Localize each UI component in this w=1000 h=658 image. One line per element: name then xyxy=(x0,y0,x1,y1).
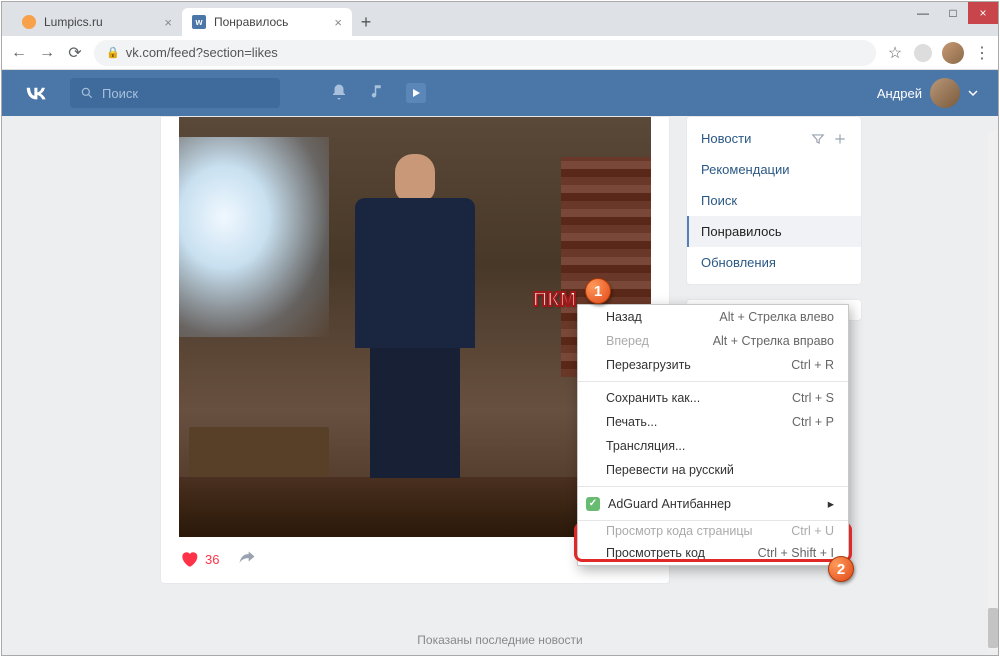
ctx-label: Сохранить как... xyxy=(606,391,700,405)
annotation-marker-1: 1 xyxy=(585,278,611,304)
ctx-shortcut: Alt + Стрелка влево xyxy=(719,310,834,324)
adguard-icon: ✓ xyxy=(586,497,600,511)
notifications-icon[interactable] xyxy=(330,83,348,101)
ctx-shortcut: Ctrl + U xyxy=(791,524,834,536)
ctx-shortcut: Ctrl + Shift + I xyxy=(758,546,834,560)
ctx-shortcut: Alt + Стрелка вправо xyxy=(713,334,834,348)
forward-button[interactable]: → xyxy=(38,44,56,62)
ctx-label: Просмотреть код xyxy=(606,546,705,560)
user-menu[interactable]: Андрей xyxy=(877,78,978,108)
annotation-marker-2: 2 xyxy=(828,556,854,582)
ctx-save-as[interactable]: Сохранить как... Ctrl + S xyxy=(578,386,848,410)
sidebar-item-recommendations[interactable]: Рекомендации xyxy=(687,154,861,185)
tab-title: Понравилось xyxy=(214,15,288,29)
search-placeholder: Поиск xyxy=(102,86,138,101)
lock-icon: 🔒 xyxy=(106,46,120,59)
scrollbar-thumb[interactable] xyxy=(988,608,998,648)
tab-vk[interactable]: w Понравилось × xyxy=(182,8,352,36)
vk-header: Поиск Андрей xyxy=(2,70,998,116)
sidebar-item-label: Рекомендации xyxy=(701,162,790,177)
ctx-shortcut: Ctrl + R xyxy=(791,358,834,372)
sidebar-menu: Новости Рекомендации Поиск Понравилось О… xyxy=(686,116,862,285)
maximize-button[interactable]: □ xyxy=(938,2,968,24)
user-avatar xyxy=(930,78,960,108)
new-tab-button[interactable]: + xyxy=(352,8,380,36)
address-bar[interactable]: 🔒 vk.com/feed?section=likes xyxy=(94,40,876,66)
sidebar-item-search[interactable]: Поиск xyxy=(687,185,861,216)
plus-icon[interactable] xyxy=(833,132,847,146)
profile-avatar[interactable] xyxy=(942,42,964,64)
url-text: vk.com/feed?section=likes xyxy=(126,45,278,60)
ctx-label: Перевести на русский xyxy=(606,463,734,477)
bookmark-star-icon[interactable]: ☆ xyxy=(886,44,904,62)
sidebar-item-liked[interactable]: Понравилось xyxy=(687,216,861,247)
minimize-button[interactable]: — xyxy=(908,2,938,24)
submenu-arrow-icon: ▸ xyxy=(828,496,834,511)
close-tab-icon[interactable]: × xyxy=(334,15,342,30)
heart-icon xyxy=(179,549,199,569)
separator xyxy=(578,381,848,382)
ctx-shortcut: Ctrl + S xyxy=(792,391,834,405)
ctx-view-source-obscured[interactable]: Просмотр кода страницы Ctrl + U xyxy=(577,521,849,539)
favicon-lumpics xyxy=(22,15,36,29)
ctx-reload[interactable]: Перезагрузить Ctrl + R xyxy=(578,353,848,377)
ctx-forward[interactable]: Вперед Alt + Стрелка вправо xyxy=(578,329,848,353)
ctx-label: Перезагрузить xyxy=(606,358,691,372)
sidebar-item-label: Новости xyxy=(701,131,751,146)
sidebar-item-label: Поиск xyxy=(701,193,737,208)
ctx-label: Печать... xyxy=(606,415,657,429)
window-controls: — □ × xyxy=(908,2,998,24)
filter-icon[interactable] xyxy=(811,132,825,146)
sidebar-item-label: Понравилось xyxy=(701,224,782,239)
toolbar: ← → ⟳ 🔒 vk.com/feed?section=likes ☆ ⋮ xyxy=(2,36,998,70)
tab-title: Lumpics.ru xyxy=(44,15,103,29)
ctx-label: Просмотр кода страницы xyxy=(606,524,752,536)
browser-menu-icon[interactable]: ⋮ xyxy=(974,43,990,63)
sidebar-item-news[interactable]: Новости xyxy=(687,123,861,154)
annotation-pkm-label: ПКМ xyxy=(533,289,576,312)
username-label: Андрей xyxy=(877,86,922,101)
ctx-translate[interactable]: Перевести на русский xyxy=(578,458,848,482)
chevron-down-icon xyxy=(968,88,978,98)
vk-logo-icon[interactable] xyxy=(22,79,50,107)
extension-icon[interactable] xyxy=(914,44,932,62)
close-tab-icon[interactable]: × xyxy=(164,15,172,30)
tab-strip: Lumpics.ru × w Понравилось × + xyxy=(2,2,998,36)
ctx-cast[interactable]: Трансляция... xyxy=(578,434,848,458)
search-icon xyxy=(80,86,94,100)
sidebar-item-label: Обновления xyxy=(701,255,776,270)
reload-button[interactable]: ⟳ xyxy=(66,44,84,62)
separator xyxy=(578,486,848,487)
ctx-print[interactable]: Печать... Ctrl + P xyxy=(578,410,848,434)
ctx-inspect[interactable]: Просмотреть код Ctrl + Shift + I xyxy=(578,541,848,565)
music-icon[interactable] xyxy=(368,83,386,101)
favicon-vk: w xyxy=(192,15,206,29)
ctx-label: Вперед xyxy=(606,334,649,348)
ctx-shortcut: Ctrl + P xyxy=(792,415,834,429)
player-icon[interactable] xyxy=(406,83,426,103)
tab-lumpics[interactable]: Lumpics.ru × xyxy=(12,8,182,36)
ctx-back[interactable]: Назад Alt + Стрелка влево xyxy=(578,305,848,329)
ctx-label: AdGuard Антибаннер xyxy=(608,497,731,511)
like-count: 36 xyxy=(205,552,219,567)
back-button[interactable]: ← xyxy=(10,44,28,62)
search-input[interactable]: Поиск xyxy=(70,78,280,108)
scrollbar-track[interactable] xyxy=(988,131,998,651)
close-button[interactable]: × xyxy=(968,2,998,24)
ctx-label: Трансляция... xyxy=(606,439,685,453)
sidebar-item-updates[interactable]: Обновления xyxy=(687,247,861,278)
header-icons xyxy=(330,83,426,103)
share-icon[interactable] xyxy=(237,549,257,569)
browser-window: — □ × Lumpics.ru × w Понравилось × + ← →… xyxy=(1,1,999,656)
feed-footer-text: Показаны последние новости xyxy=(417,633,582,647)
ctx-label: Назад xyxy=(606,310,642,324)
ctx-adguard[interactable]: ✓ AdGuard Антибаннер ▸ xyxy=(578,491,848,516)
like-button[interactable]: 36 xyxy=(179,549,219,569)
